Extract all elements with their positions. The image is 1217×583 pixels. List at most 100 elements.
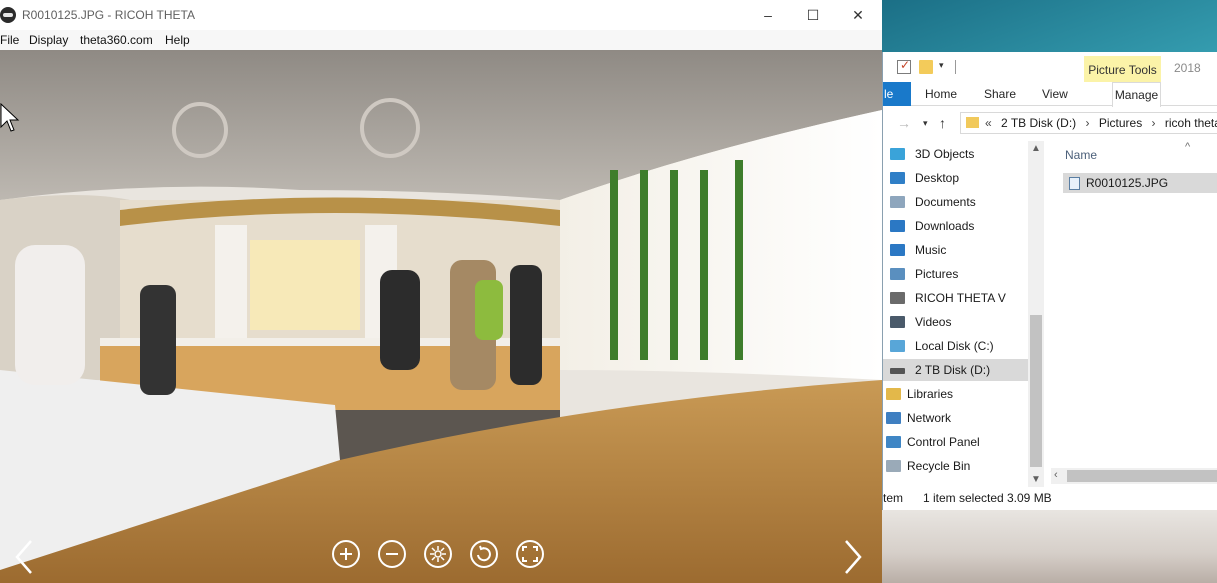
- nav-item-music[interactable]: Music: [883, 239, 1028, 261]
- chevron-right-icon: [845, 540, 862, 574]
- status-item-count: tem: [883, 491, 904, 505]
- tab-home[interactable]: Home: [925, 87, 957, 101]
- nav-item-desktop[interactable]: Desktop: [883, 167, 1028, 189]
- image-file-icon: [1069, 177, 1080, 190]
- recycle-bin-icon: [886, 460, 901, 472]
- 3d-objects-icon: [890, 148, 905, 160]
- nav-item-documents[interactable]: Documents: [883, 191, 1028, 213]
- scrollbar-thumb[interactable]: [1030, 315, 1042, 467]
- menu-bar: File Display theta360.com Help: [0, 30, 882, 50]
- menu-theta360[interactable]: theta360.com: [80, 33, 153, 47]
- desktop-wallpaper-bottom: [882, 508, 1217, 583]
- zoom-out-button[interactable]: [378, 540, 406, 568]
- pictures-icon: [890, 268, 905, 280]
- minimize-button[interactable]: –: [758, 5, 778, 25]
- maximize-button[interactable]: ☐: [803, 5, 823, 25]
- nav-item-label: 2 TB Disk (D:): [915, 363, 991, 377]
- tab-view[interactable]: View: [1042, 87, 1068, 101]
- desktop-icon: [890, 172, 905, 184]
- nav-item-label: Documents: [915, 195, 976, 209]
- nav-item-pictures[interactable]: Pictures: [883, 263, 1028, 285]
- properties-icon[interactable]: [897, 58, 911, 74]
- status-size: 3.09 MB: [1007, 491, 1052, 505]
- breadcrumb: « 2 TB Disk (D:) › Pictures › ricoh thet…: [985, 113, 1217, 133]
- documents-icon: [890, 196, 905, 208]
- libraries-icon: [886, 388, 901, 400]
- downloads-icon: [890, 220, 905, 232]
- drive-icon: [890, 368, 905, 374]
- nav-item-videos[interactable]: Videos: [883, 311, 1028, 333]
- panorama-viewer[interactable]: [0, 50, 882, 583]
- address-bar[interactable]: « 2 TB Disk (D:) › Pictures › ricoh thet…: [960, 112, 1217, 134]
- spin-button[interactable]: [424, 540, 452, 568]
- nav-item-control-panel[interactable]: Control Panel: [883, 431, 1028, 453]
- network-icon: [886, 412, 901, 424]
- scroll-down-arrow-icon[interactable]: ▼: [1031, 474, 1041, 485]
- nav-item-label: Videos: [915, 315, 952, 329]
- menu-display[interactable]: Display: [29, 33, 68, 47]
- nav-item-label: Recycle Bin: [907, 459, 971, 473]
- file-row[interactable]: R0010125.JPG: [1063, 173, 1217, 193]
- control-panel-icon: [886, 436, 901, 448]
- mouse-cursor-icon: [0, 103, 20, 132]
- nav-item-network[interactable]: Network: [883, 407, 1028, 429]
- chevron-left-icon: [15, 540, 32, 574]
- menu-help[interactable]: Help: [165, 33, 190, 47]
- nav-item-label: Downloads: [915, 219, 975, 233]
- nav-item-label: Control Panel: [907, 435, 980, 449]
- breadcrumb-drive[interactable]: 2 TB Disk (D:): [1001, 116, 1076, 130]
- recent-locations-icon[interactable]: ▾: [923, 118, 928, 129]
- music-icon: [890, 244, 905, 256]
- previous-image-button[interactable]: [13, 537, 37, 577]
- status-selection: 1 item selected: [923, 491, 1004, 505]
- nav-item-label: Libraries: [907, 387, 954, 401]
- camera-icon: [890, 292, 905, 304]
- nav-item-local-disk-c[interactable]: Local Disk (C:): [883, 335, 1028, 357]
- breadcrumb-overflow[interactable]: «: [985, 116, 992, 130]
- next-image-button[interactable]: [840, 537, 864, 577]
- nav-item-libraries[interactable]: Libraries: [883, 383, 1028, 405]
- videos-icon: [890, 316, 905, 328]
- nav-item-label: RICOH THETA V: [915, 291, 1006, 305]
- ribbon-tabs: le Home Share View Manage: [883, 82, 1217, 107]
- rotate-button[interactable]: [470, 540, 498, 568]
- spin-icon: [430, 546, 446, 562]
- column-header-name[interactable]: Name: [1065, 148, 1097, 162]
- nav-item-label: 3D Objects: [915, 147, 975, 161]
- zoom-in-icon: [340, 548, 352, 560]
- back-arrow-icon[interactable]: →: [897, 115, 911, 131]
- zoom-in-button[interactable]: [332, 540, 360, 568]
- window-title-fragment: 2018: [1174, 61, 1201, 75]
- nav-item-2tb-disk-d[interactable]: 2 TB Disk (D:): [883, 359, 1028, 381]
- folder-icon: [966, 117, 979, 128]
- tab-file[interactable]: le: [883, 82, 911, 106]
- menu-file[interactable]: File: [0, 33, 19, 47]
- customize-toolbar-icon[interactable]: ▾: [939, 60, 949, 74]
- fullscreen-button[interactable]: [516, 540, 544, 568]
- close-button[interactable]: ✕: [848, 5, 868, 25]
- breadcrumb-separator[interactable]: ›: [1086, 116, 1090, 130]
- file-list-horizontal-scrollbar[interactable]: ‹: [1051, 468, 1217, 484]
- nav-item-label: Pictures: [915, 267, 959, 281]
- nav-item-downloads[interactable]: Downloads: [883, 215, 1028, 237]
- up-arrow-icon[interactable]: ↑: [939, 115, 946, 131]
- navigation-pane: 3D Objects Desktop Documents Downloads M…: [883, 141, 1043, 487]
- scroll-left-arrow-icon[interactable]: ‹: [1054, 469, 1058, 481]
- nav-item-3d-objects[interactable]: 3D Objects: [883, 143, 1028, 165]
- scrollbar-thumb[interactable]: [1067, 470, 1217, 482]
- new-folder-icon[interactable]: [919, 60, 933, 74]
- nav-item-ricoh-theta-v[interactable]: RICOH THETA V: [883, 287, 1028, 309]
- panorama-image: [0, 50, 882, 583]
- ricoh-theta-window: R0010125.JPG - RICOH THETA – ☐ ✕ File Di…: [0, 0, 882, 583]
- nav-item-recycle-bin[interactable]: Recycle Bin: [883, 455, 1028, 477]
- toolbar-separator: [955, 60, 956, 74]
- quick-access-toolbar: ▾: [883, 52, 1217, 82]
- breadcrumb-separator[interactable]: ›: [1152, 116, 1156, 130]
- breadcrumb-ricoh-theta[interactable]: ricoh theta: [1165, 116, 1217, 130]
- scroll-up-arrow-icon[interactable]: ▲: [1031, 143, 1041, 154]
- nav-item-label: Music: [915, 243, 947, 257]
- breadcrumb-pictures[interactable]: Pictures: [1099, 116, 1142, 130]
- navigation-pane-scrollbar[interactable]: ▲ ▼: [1028, 141, 1044, 487]
- tab-share[interactable]: Share: [984, 87, 1016, 101]
- tab-manage[interactable]: Manage: [1112, 82, 1161, 107]
